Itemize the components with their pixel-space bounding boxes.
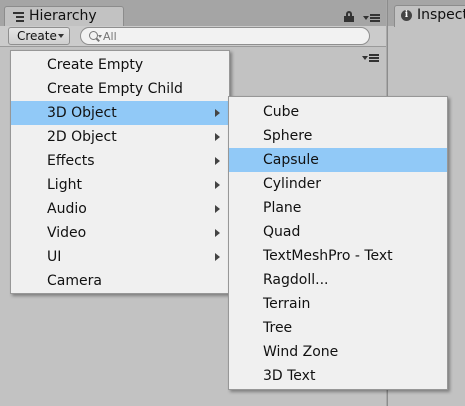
menu-item-label: Cylinder	[263, 176, 321, 192]
hierarchy-list-icon	[13, 12, 24, 22]
menu-item-quad[interactable]: Quad	[229, 220, 447, 244]
menu-item-label: Camera	[47, 273, 102, 289]
search-field[interactable]	[80, 27, 370, 45]
menu-item-create-empty-child[interactable]: Create Empty Child	[11, 77, 229, 101]
menu-item-label: Video	[47, 225, 87, 241]
menu-item-cylinder[interactable]: Cylinder	[229, 172, 447, 196]
menu-item-cube[interactable]: Cube	[229, 100, 447, 124]
menu-item-label: Audio	[47, 201, 87, 217]
chevron-right-icon	[215, 181, 220, 189]
chevron-right-icon	[215, 205, 220, 213]
menu-item-label: Tree	[263, 320, 293, 336]
hierarchy-tab-label: Hierarchy	[29, 8, 97, 24]
menu-item-tree[interactable]: Tree	[229, 316, 447, 340]
menu-item-audio[interactable]: Audio	[11, 197, 229, 221]
chevron-right-icon	[215, 229, 220, 237]
menu-item-label: Cube	[263, 104, 300, 120]
menu-item-light[interactable]: Light	[11, 173, 229, 197]
menu-item-camera[interactable]: Camera	[11, 269, 229, 293]
hierarchy-tab-strip: Hierarchy	[0, 0, 386, 27]
menu-item-label: Quad	[263, 224, 301, 240]
inspector-tab[interactable]: i Inspector	[394, 5, 465, 27]
chevron-right-icon	[215, 157, 220, 165]
hierarchy-tab[interactable]: Hierarchy	[4, 6, 124, 27]
inspector-tab-label: Inspector	[417, 7, 465, 23]
menu-item-label: Wind Zone	[263, 344, 339, 360]
menu-item-label: 2D Object	[47, 129, 117, 145]
menu-item-label: Light	[47, 177, 82, 193]
chevron-right-icon	[215, 109, 220, 117]
menu-item-2d-object[interactable]: 2D Object	[11, 125, 229, 149]
menu-item-effects[interactable]: Effects	[11, 149, 229, 173]
chevron-down-icon	[58, 34, 64, 38]
menu-item-label: Capsule	[263, 152, 319, 168]
hierarchy-toolbar: Create	[0, 26, 386, 47]
menu-item-video[interactable]: Video	[11, 221, 229, 245]
search-input[interactable]	[103, 28, 343, 44]
menu-item-label: Ragdoll...	[263, 272, 329, 288]
menu-item-create-empty[interactable]: Create Empty	[11, 53, 229, 77]
inspector-tab-strip: i Inspector	[388, 0, 465, 27]
menu-item-3d-text[interactable]: 3D Text	[229, 364, 447, 388]
menu-item-ragdoll[interactable]: Ragdoll...	[229, 268, 447, 292]
search-filter-dropdown-icon[interactable]	[98, 35, 102, 38]
menu-item-label: Create Empty Child	[47, 81, 183, 97]
info-icon: i	[401, 10, 412, 21]
menu-item-label: Effects	[47, 153, 95, 169]
menu-item-label: UI	[47, 249, 62, 265]
menu-item-label: Create Empty	[47, 57, 144, 73]
menu-item-label: Plane	[263, 200, 302, 216]
create-dropdown-button[interactable]: Create	[8, 27, 70, 45]
menu-item-label: Terrain	[263, 296, 311, 312]
menu-item-label: 3D Object	[47, 105, 117, 121]
menu-item-wind-zone[interactable]: Wind Zone	[229, 340, 447, 364]
menu-item-textmeshpro-text[interactable]: TextMeshPro - Text	[229, 244, 447, 268]
chevron-right-icon	[215, 253, 220, 261]
menu-item-3d-object[interactable]: 3D Object	[11, 101, 229, 125]
scene-options-icon[interactable]	[362, 53, 380, 63]
menu-item-terrain[interactable]: Terrain	[229, 292, 447, 316]
search-icon	[89, 31, 98, 40]
chevron-right-icon	[215, 133, 220, 141]
menu-item-label: 3D Text	[263, 368, 316, 384]
create-button-label: Create	[17, 29, 57, 43]
menu-item-label: TextMeshPro - Text	[263, 248, 393, 264]
lock-icon[interactable]	[344, 11, 354, 22]
panel-options-icon[interactable]	[363, 13, 381, 23]
menu-item-capsule[interactable]: Capsule	[229, 148, 447, 172]
create-context-menu: Create Empty Create Empty Child 3D Objec…	[10, 50, 230, 294]
menu-item-label: Sphere	[263, 128, 313, 144]
menu-item-sphere[interactable]: Sphere	[229, 124, 447, 148]
menu-item-plane[interactable]: Plane	[229, 196, 447, 220]
menu-item-ui[interactable]: UI	[11, 245, 229, 269]
3d-object-submenu: Cube Sphere Capsule Cylinder Plane Quad …	[228, 96, 448, 390]
